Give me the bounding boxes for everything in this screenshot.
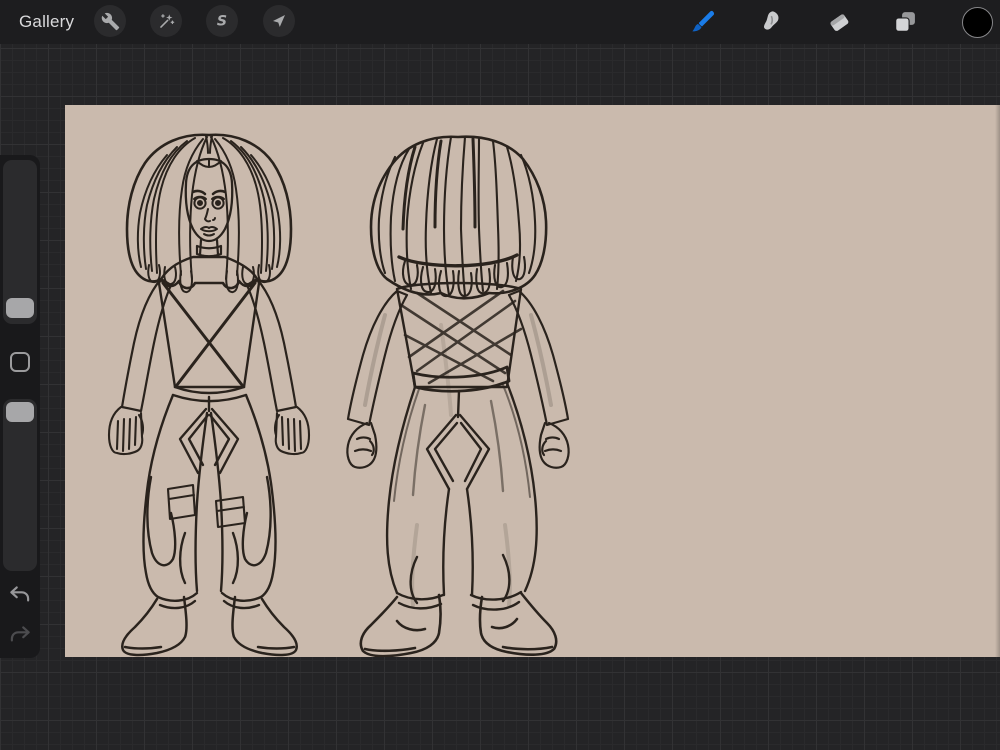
color-swatch-button[interactable] xyxy=(960,5,994,39)
character-sketch xyxy=(107,133,570,657)
selection-s-icon: S xyxy=(217,14,227,30)
redo-arrow-icon xyxy=(10,626,30,642)
smudge-tool-button[interactable] xyxy=(754,5,788,39)
magic-wand-icon xyxy=(159,13,174,28)
gallery-button[interactable]: Gallery xyxy=(19,12,74,32)
smudge-icon xyxy=(764,11,779,30)
brush-size-handle[interactable] xyxy=(6,298,34,318)
color-swatch xyxy=(961,6,993,38)
transform-arrow-icon xyxy=(273,15,285,27)
modify-button[interactable] xyxy=(10,352,30,372)
selection-button[interactable]: S xyxy=(206,5,238,37)
layers-button[interactable] xyxy=(888,5,922,39)
opacity-handle[interactable] xyxy=(6,402,34,422)
svg-text:S: S xyxy=(217,14,227,30)
redo-button[interactable] xyxy=(7,622,33,648)
eraser-icon xyxy=(830,14,849,31)
layers-icon xyxy=(895,12,915,32)
opacity-slider[interactable] xyxy=(3,399,37,571)
transform-button[interactable] xyxy=(263,5,295,37)
paintbrush-icon xyxy=(692,10,715,32)
top-toolbar: Gallery S xyxy=(0,0,1000,44)
wrench-icon xyxy=(101,12,119,30)
back-figure xyxy=(346,135,570,657)
drawing-canvas[interactable] xyxy=(65,105,1000,657)
brush-sidebar xyxy=(0,155,40,658)
undo-button[interactable] xyxy=(7,582,33,608)
adjustments-button[interactable] xyxy=(150,5,182,37)
paint-tool-button[interactable] xyxy=(686,5,720,39)
front-figure xyxy=(107,133,311,657)
app-window: Gallery S xyxy=(0,0,1000,750)
actions-button[interactable] xyxy=(94,5,126,37)
erase-tool-button[interactable] xyxy=(822,5,856,39)
undo-arrow-icon xyxy=(10,586,30,602)
